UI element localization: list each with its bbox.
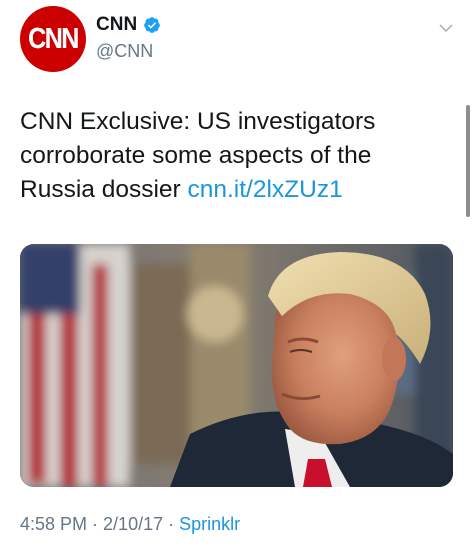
account-name[interactable]: CNN <box>96 14 137 36</box>
tweet-card: CNN CNN @CNN CNN Exclusive: US investiga… <box>0 0 474 553</box>
account-name-row[interactable]: CNN <box>96 14 161 36</box>
tweet-link[interactable]: cnn.it/2lxZUz1 <box>187 176 342 203</box>
tweet-meta: 4:58 PM · 2/10/17 · Sprinklr <box>20 514 240 535</box>
verified-badge-icon <box>144 17 161 33</box>
scrollbar[interactable] <box>466 105 470 217</box>
chevron-down-icon[interactable] <box>438 22 454 34</box>
account-handle[interactable]: @CNN <box>96 41 153 62</box>
meta-separator: · <box>87 514 104 534</box>
tweet-time: 4:58 PM <box>20 514 88 534</box>
meta-separator: · <box>163 514 180 534</box>
tweet-photo[interactable] <box>20 244 453 487</box>
tweet-date: 2/10/17 <box>103 514 164 534</box>
tweet-source-link[interactable]: Sprinklr <box>179 514 240 534</box>
cnn-avatar[interactable]: CNN <box>20 6 86 72</box>
tweet-text: CNN Exclusive: US investigators corrobor… <box>20 105 440 207</box>
cnn-logo: CNN <box>28 22 79 55</box>
photo-image <box>20 244 453 487</box>
